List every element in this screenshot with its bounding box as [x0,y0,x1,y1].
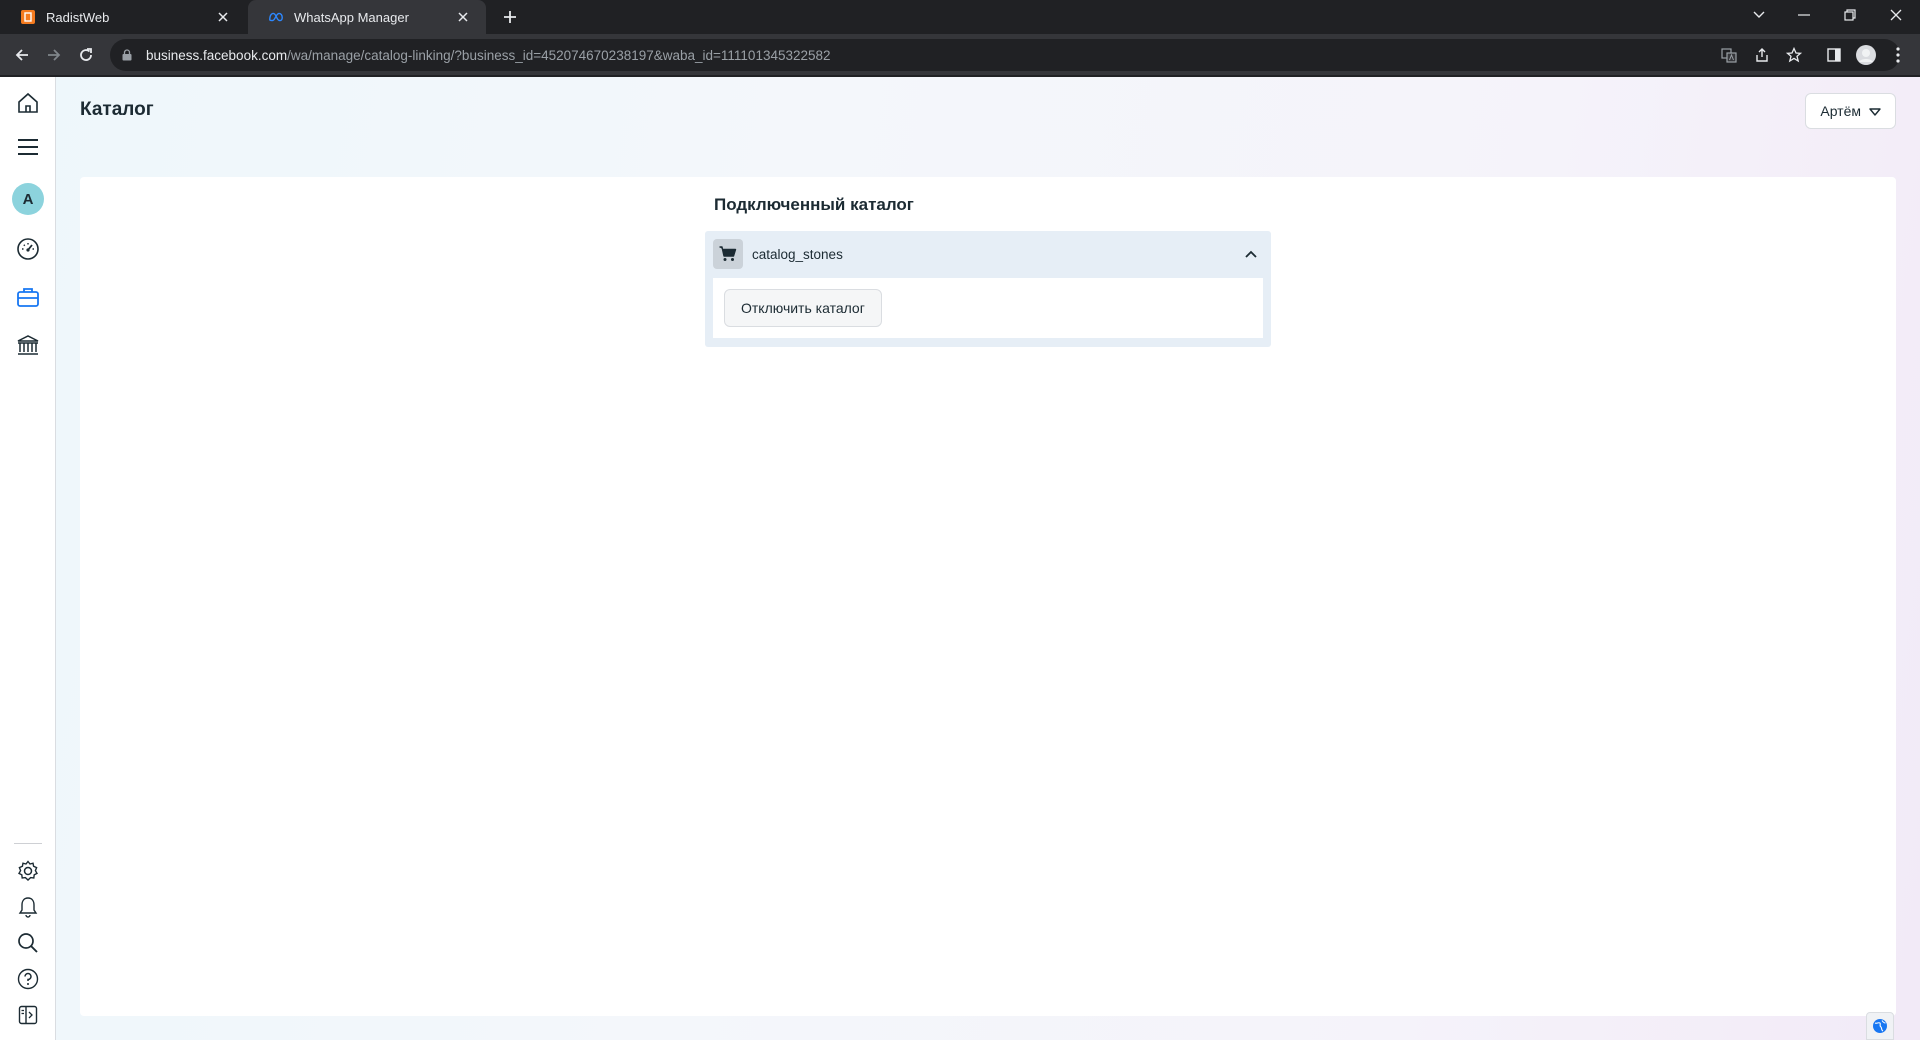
close-tab-icon[interactable] [454,8,472,26]
lock-icon [122,48,136,62]
reload-icon[interactable] [72,41,100,69]
content-card: Подключенный каталог catalog_stones Откл… [80,177,1896,1016]
share-icon[interactable] [1748,41,1776,69]
forward-icon[interactable] [40,41,68,69]
left-sidebar: A [0,77,56,1040]
browser-tab-strip: RadistWeb WhatsApp Manager [0,0,1920,34]
tab-search-icon[interactable] [1737,0,1781,30]
bank-icon[interactable] [12,329,44,361]
connected-catalog-panel: catalog_stones Отключить каталог [705,231,1271,347]
close-window-icon[interactable] [1874,0,1918,30]
radistweb-logo-icon [20,9,36,25]
tab-title: WhatsApp Manager [294,9,409,25]
dashboard-icon[interactable] [12,233,44,265]
minimize-icon[interactable] [1782,0,1826,30]
language-globe-icon[interactable] [1866,1012,1894,1040]
catalog-name: catalog_stones [752,246,843,262]
tab-radistweb[interactable]: RadistWeb [0,0,246,34]
account-avatar[interactable]: A [12,183,44,215]
page-title: Каталог [80,99,154,120]
restore-icon[interactable] [1828,0,1872,30]
bookmark-star-icon[interactable] [1780,41,1808,69]
browser-menu-icon[interactable] [1884,41,1912,69]
menu-icon[interactable] [12,131,44,163]
back-icon[interactable] [8,41,36,69]
account-name: Артём [1820,103,1861,119]
url-path: /wa/manage/catalog-linking/?business_id=… [287,47,831,63]
close-tab-icon[interactable] [214,8,232,26]
caret-down-icon [1869,103,1881,119]
section-title: Подключенный каталог [714,195,914,214]
browser-toolbar: business.facebook.com/wa/manage/catalog-… [0,34,1920,76]
help-icon[interactable] [12,963,44,995]
catalog-accordion-body: Отключить каталог [713,278,1263,338]
disconnect-catalog-button[interactable]: Отключить каталог [724,289,882,327]
briefcase-icon[interactable] [12,281,44,313]
tab-whatsapp-manager[interactable]: WhatsApp Manager [248,0,486,34]
url-domain: business.facebook.com [146,47,288,63]
tab-title: RadistWeb [46,9,110,25]
url-text: business.facebook.com/wa/manage/catalog-… [146,48,831,63]
sidebar-divider [14,843,42,844]
translate-icon[interactable] [1715,41,1743,69]
meta-logo-icon [268,9,284,25]
new-tab-icon[interactable] [497,4,523,30]
profile-avatar-icon[interactable] [1852,41,1880,69]
whatsapp-manager-app: A Каталог Артём Подключенный каталог cat… [0,77,1920,1040]
chevron-up-icon[interactable] [1241,244,1261,264]
bell-icon[interactable] [12,891,44,923]
catalog-accordion-header[interactable]: catalog_stones [705,231,1271,277]
search-icon[interactable] [12,927,44,959]
settings-icon[interactable] [12,855,44,887]
home-icon[interactable] [12,87,44,119]
address-bar[interactable]: business.facebook.com/wa/manage/catalog-… [110,39,1900,71]
cart-icon [713,239,743,269]
panel-icon[interactable] [12,999,44,1031]
side-panel-icon[interactable] [1820,41,1848,69]
account-switcher-button[interactable]: Артём [1805,93,1896,129]
